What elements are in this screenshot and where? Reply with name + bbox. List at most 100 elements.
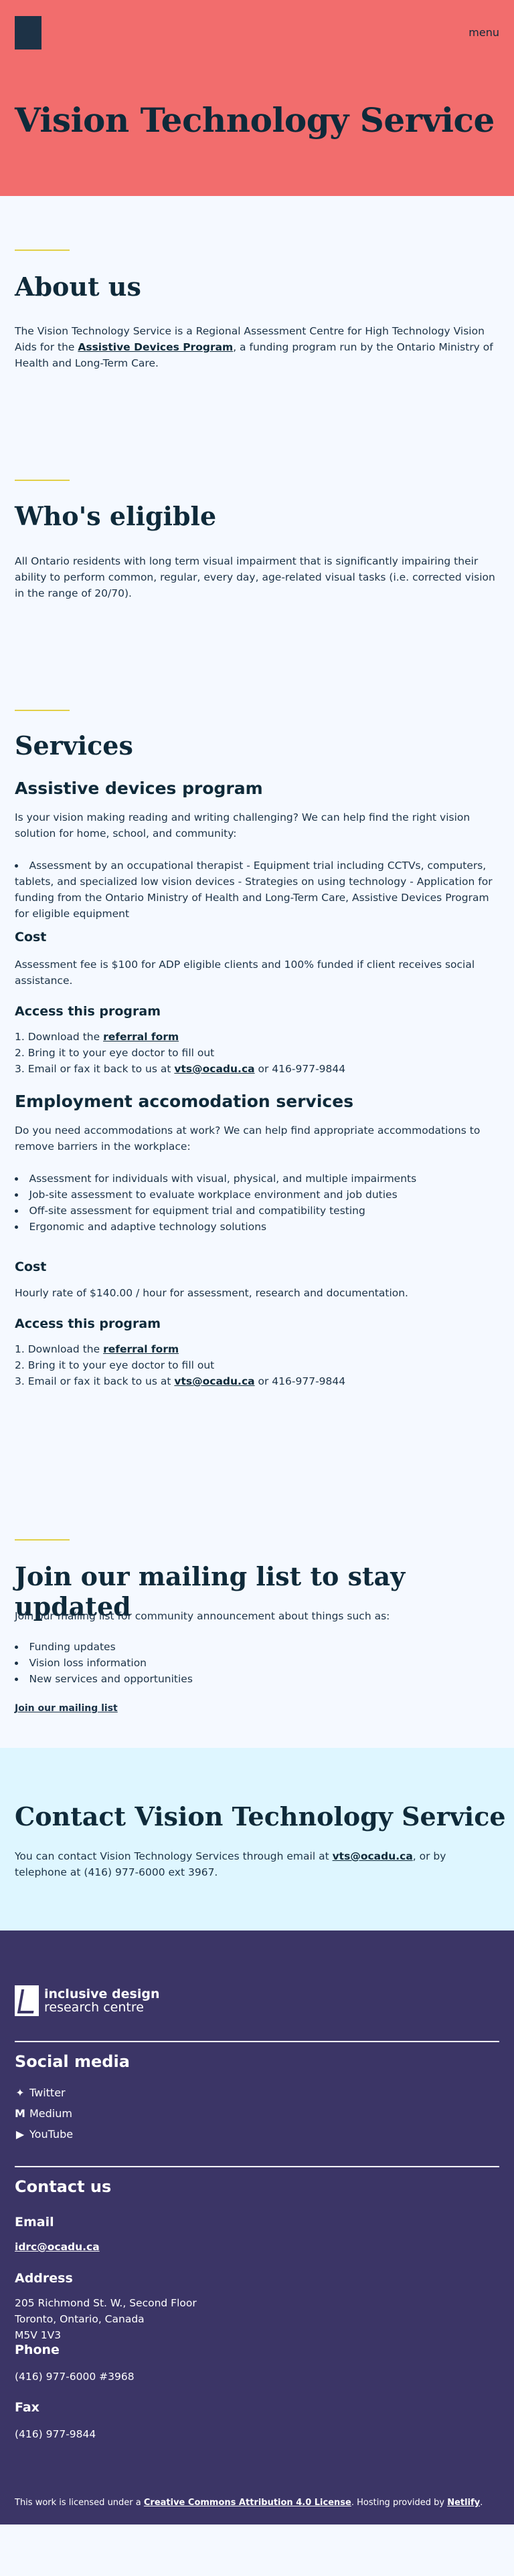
social-label: Twitter [29,2086,66,2099]
list-item: Email or fax it back to us at vts@ocadu.… [15,1373,499,1389]
page-title: Vision Technology Service [15,100,495,140]
step-text: Download the [27,1343,104,1355]
contact-section: Contact Vision Technology Service You ca… [0,1748,514,1930]
address-line: 205 Richmond St. W., Second Floor [15,2297,197,2309]
idrc-logo[interactable]: inclusive design research centre [15,1985,159,2016]
employment-cost-heading: Cost [15,1260,47,1274]
adp-cost-heading: Cost [15,930,47,945]
step-text: Email or fax it back to us at [27,1063,175,1075]
address-line: M5V 1V3 [15,2329,62,2341]
list-item: Funding updates [15,1639,499,1655]
list-item: Assessment for individuals with visual, … [15,1171,499,1187]
license-before: This work is licensed under a [15,2498,144,2508]
social-label: YouTube [29,2128,74,2141]
netlify-link[interactable]: Netlify [447,2498,480,2508]
twitter-icon: ✦ [15,2086,25,2099]
idrc-logo-line1: inclusive design [44,1987,160,2001]
contact-heading: Contact Vision Technology Service [15,1801,506,1831]
services-heading: Services [15,730,133,761]
address-heading: Address [15,2271,73,2286]
step-text: Email or fax it back to us at [27,1375,175,1387]
creative-commons-link[interactable]: Creative Commons Attribution 4.0 License [144,2498,351,2508]
mailing-section: Join our mailing list to stay updated Jo… [0,1490,514,1748]
adp-intro: Is your vision making reading and writin… [15,811,470,839]
vts-email-link[interactable]: vts@ocadu.ca [174,1063,254,1075]
mailing-bullets: Funding updates Vision loss information … [15,1639,499,1687]
employment-intro: Do you need accommodations at work? We c… [15,1124,481,1153]
section-rule [15,1539,70,1541]
employment-heading: Employment accomodation services [15,1092,354,1111]
contact-text-before: You can contact Vision Technology Servic… [15,1850,333,1862]
adp-access-heading: Access this program [15,1004,161,1019]
footer-divider [15,2166,499,2167]
license-after: . [480,2498,483,2508]
list-item: Bring it to your eye doctor to fill out [15,1045,499,1061]
social-youtube[interactable]: ▶ YouTube [15,2128,73,2141]
fax-heading: Fax [15,2400,39,2415]
phone-heading: Phone [15,2343,60,2357]
referral-form-link[interactable]: referral form [103,1031,179,1043]
medium-icon: M [15,2107,25,2120]
address-text: 205 Richmond St. W., Second Floor Toront… [15,2295,197,2343]
contact-text: You can contact Vision Technology Servic… [15,1848,499,1880]
social-medium[interactable]: M Medium [15,2107,72,2120]
vts-logo[interactable] [15,16,41,49]
idrc-logo-icon [15,1985,39,2016]
assistive-devices-link[interactable]: Assistive Devices Program [78,341,233,353]
list-item: Assessment by an occupational therapist … [15,858,499,922]
social-heading: Social media [15,2052,130,2071]
list-item: New services and opportunities [15,1671,499,1687]
phone-text: (416) 977-6000 #3968 [15,2371,135,2383]
youtube-icon: ▶ [15,2128,25,2141]
adp-steps: Download the referral form Bring it to y… [15,1029,499,1077]
list-item: Vision loss information [15,1655,499,1671]
site-footer: inclusive design research centre Social … [0,1930,514,2524]
about-section: About us The Vision Technology Service i… [0,196,514,464]
employment-bullets: Assessment for individuals with visual, … [15,1171,499,1235]
menu-button[interactable]: menu [468,26,499,39]
email-heading: Email [15,2215,54,2230]
contact-email-link[interactable]: vts@ocadu.ca [333,1850,413,1862]
step-text: Download the [27,1031,104,1043]
list-item: Bring it to your eye doctor to fill out [15,1357,499,1373]
eligible-text: All Ontario residents with long term vis… [15,555,495,599]
idrc-logo-text: inclusive design research centre [44,1987,159,2014]
list-item: Off-site assessment for equipment trial … [15,1203,499,1219]
eligible-section: Who's eligible All Ontario residents wit… [0,464,514,694]
step-text: or 416-977-9844 [254,1375,346,1387]
adp-cost-text: Assessment fee is $100 for ADP eligible … [15,959,475,987]
step-text: or 416-977-9844 [254,1063,346,1075]
license-middle: . Hosting provided by [351,2498,448,2508]
list-item: Email or fax it back to us at vts@ocadu.… [15,1061,499,1077]
hero-header: menu Vision Technology Service [0,0,514,196]
list-item: Ergonomic and adaptive technology soluti… [15,1219,499,1235]
mailing-intro: Join our mailing list for community anno… [15,1610,390,1622]
list-item: Download the referral form [15,1029,499,1045]
social-twitter[interactable]: ✦ Twitter [15,2086,66,2099]
contact-us-heading: Contact us [15,2177,112,2196]
about-heading: About us [15,272,141,302]
address-line: Toronto, Ontario, Canada [15,2313,145,2325]
list-item: Job-site assessment to evaluate workplac… [15,1187,499,1203]
social-label: Medium [29,2107,72,2120]
idrc-email-link[interactable]: idrc@ocadu.ca [15,2239,100,2255]
vts-email-link[interactable]: vts@ocadu.ca [174,1375,254,1387]
list-item: Download the referral form [15,1341,499,1357]
adp-bullets: Assessment by an occupational therapist … [15,858,499,922]
employment-access-heading: Access this program [15,1316,161,1331]
section-rule [15,710,70,711]
license-text: This work is licensed under a Creative C… [15,2498,483,2508]
services-section: Services Assistive devices program Is yo… [0,694,514,1490]
referral-form-link[interactable]: referral form [103,1343,179,1355]
footer-divider [15,2041,499,2042]
employment-cost-text: Hourly rate of $140.00 / hour for assess… [15,1287,408,1299]
adp-heading: Assistive devices program [15,779,263,798]
section-rule [15,480,70,481]
mailing-list-link[interactable]: Join our mailing list [15,1700,118,1716]
eligible-heading: Who's eligible [15,501,217,531]
fax-text: (416) 977-9844 [15,2428,96,2440]
idrc-logo-line2: research centre [44,2000,144,2015]
section-rule [15,250,70,251]
employment-steps: Download the referral form Bring it to y… [15,1341,499,1389]
about-text: The Vision Technology Service is a Regio… [15,323,499,371]
